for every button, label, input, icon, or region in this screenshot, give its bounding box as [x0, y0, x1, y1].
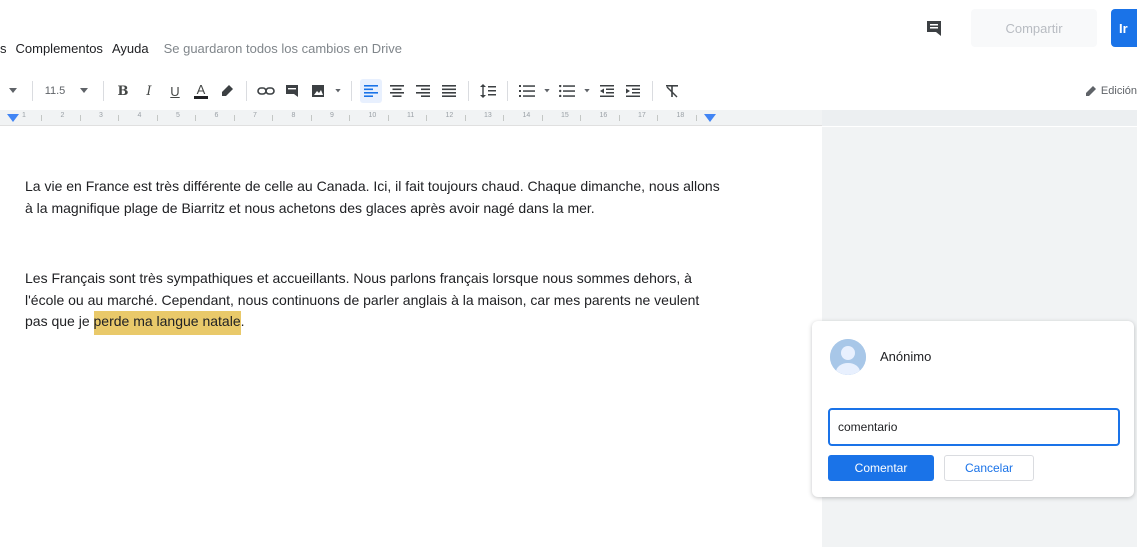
- horizontal-ruler[interactable]: 1 2 3 4 5 6 7 8 9 10 11 12 13 14 15 16 17 18: [0, 110, 822, 126]
- align-center-icon[interactable]: [386, 79, 408, 103]
- toolbar-divider: [246, 81, 247, 101]
- font-size-input[interactable]: 11.5: [41, 79, 69, 103]
- comment-card: Anónimo Comentar Cancelar: [812, 321, 1134, 497]
- editing-mode-button[interactable]: Edición: [1085, 74, 1137, 108]
- ruler-tick: [541, 115, 543, 121]
- ruler-tick: [387, 115, 389, 121]
- text-color-button[interactable]: A: [190, 79, 212, 103]
- toolbar-divider: [507, 81, 508, 101]
- ruler-tick: [618, 115, 620, 121]
- blue-action-button[interactable]: Ir: [1111, 9, 1137, 47]
- left-indent-marker-icon[interactable]: [7, 114, 19, 122]
- italic-button[interactable]: I: [138, 79, 160, 103]
- comment-history-icon[interactable]: [921, 15, 947, 41]
- ruler-margin-area: [822, 110, 1137, 126]
- underline-button[interactable]: U: [164, 79, 186, 103]
- toolbar-divider: [652, 81, 653, 101]
- ruler-tick: [41, 115, 42, 121]
- ruler-tick: [118, 115, 119, 121]
- ruler-tick: [464, 115, 466, 121]
- ruler-number: 4: [137, 112, 142, 119]
- ruler-number: 9: [330, 112, 334, 119]
- numbered-list-icon[interactable]: [516, 79, 538, 103]
- ruler-tick: [503, 115, 504, 121]
- paragraph-2-end: .: [240, 313, 245, 329]
- top-actions: Compartir Ir: [921, 8, 1137, 48]
- bulleted-list-icon[interactable]: [556, 79, 578, 103]
- ruler-number: 15: [561, 112, 569, 119]
- comment-submit-button[interactable]: Comentar: [828, 455, 934, 481]
- menu-row: s Complementos Ayuda Se guardaron todos …: [0, 38, 411, 58]
- comment-cancel-button[interactable]: Cancelar: [944, 455, 1034, 481]
- ruler-number: 14: [522, 112, 531, 119]
- ruler-number: 10: [368, 112, 377, 119]
- ruler-tick: [695, 115, 697, 121]
- ruler-number: 18: [676, 112, 685, 119]
- text-color-glyph: A: [196, 82, 206, 97]
- menu-item-help[interactable]: Ayuda: [112, 41, 149, 56]
- toolbar-divider: [32, 81, 33, 101]
- ruler-tick: [349, 115, 350, 121]
- ruler-number: 7: [253, 112, 257, 119]
- numbered-list-chevron-icon[interactable]: [542, 79, 552, 103]
- align-justify-icon[interactable]: [438, 79, 460, 103]
- toolbar-divider: [351, 81, 352, 101]
- ruler-number: 2: [60, 112, 65, 119]
- link-icon[interactable]: [255, 79, 277, 103]
- ruler-tick: [580, 115, 581, 121]
- format-toolbar: 11.5 B I U A Edición: [0, 74, 1137, 108]
- editing-mode-label: Edición: [1100, 85, 1137, 97]
- font-size-chevron-icon[interactable]: [73, 79, 95, 103]
- ruler-number: 12: [445, 112, 454, 119]
- comment-author: Anónimo: [880, 349, 932, 364]
- avatar: [830, 339, 866, 375]
- insert-comment-icon[interactable]: [281, 79, 303, 103]
- ruler-number: 1: [22, 112, 26, 119]
- ruler-tick: [79, 115, 81, 121]
- highlight-pen-icon[interactable]: [216, 79, 238, 103]
- line-spacing-icon[interactable]: [477, 79, 499, 103]
- ruler-tick: [657, 115, 658, 121]
- ruler-number: 8: [291, 112, 296, 119]
- insert-image-icon[interactable]: [307, 79, 329, 103]
- save-status[interactable]: Se guardaron todos los cambios en Drive: [164, 41, 402, 56]
- paragraph-1[interactable]: La vie en France est très différente de …: [25, 176, 725, 219]
- ruler-number: 17: [638, 112, 646, 119]
- menu-item-addons[interactable]: Complementos: [16, 41, 103, 56]
- bold-button[interactable]: B: [112, 79, 134, 103]
- align-left-icon[interactable]: [360, 79, 382, 103]
- pencil-icon: [1085, 86, 1096, 96]
- menu-item-truncated[interactable]: s: [0, 41, 7, 56]
- ruler-number: 16: [599, 112, 608, 119]
- align-right-icon[interactable]: [412, 79, 434, 103]
- comment-input[interactable]: [828, 408, 1120, 446]
- ruler-number: 5: [176, 112, 180, 119]
- ruler-number: 11: [407, 112, 415, 119]
- decrease-indent-icon[interactable]: [596, 79, 618, 103]
- ruler-tick: [272, 115, 273, 121]
- ruler-tick: [156, 115, 158, 121]
- clear-formatting-icon[interactable]: [661, 79, 683, 103]
- ruler-number: 13: [484, 112, 492, 119]
- right-indent-marker-icon[interactable]: [704, 114, 716, 122]
- toolbar-divider: [468, 81, 469, 101]
- paragraph-2[interactable]: Les Français sont très sympathiques et a…: [25, 268, 725, 335]
- ruler-number: 6: [214, 112, 219, 119]
- highlighted-selection[interactable]: perde ma langue natale: [93, 311, 241, 335]
- text-color-bar: [194, 96, 208, 99]
- ruler-tick: [310, 115, 312, 121]
- ruler-tick: [233, 115, 235, 121]
- toolbar-divider: [103, 81, 104, 101]
- font-dropdown-chevron-icon[interactable]: [2, 79, 24, 103]
- user-icon: [830, 339, 866, 375]
- share-button[interactable]: Compartir: [971, 9, 1097, 47]
- bulleted-list-chevron-icon[interactable]: [582, 79, 592, 103]
- ruler-number: 3: [99, 112, 103, 119]
- image-chevron-icon[interactable]: [333, 79, 343, 103]
- increase-indent-icon[interactable]: [622, 79, 644, 103]
- ruler-tick: [426, 115, 427, 121]
- ruler-tick: [195, 115, 196, 121]
